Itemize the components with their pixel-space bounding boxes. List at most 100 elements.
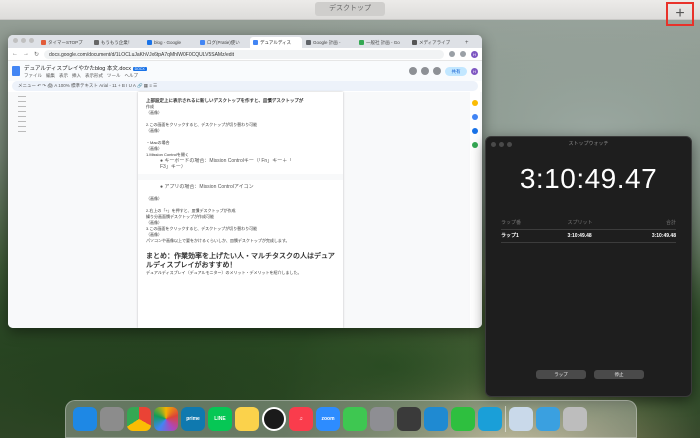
- new-tab-button[interactable]: +: [462, 38, 472, 48]
- docs-menu-item[interactable]: 表示: [59, 73, 68, 79]
- lap-column-header: ラップ番: [501, 220, 522, 226]
- prime-video-icon[interactable]: prime: [181, 407, 205, 431]
- document-canvas[interactable]: 上部設定上に表示されるに新しいデスクトップを作すと、皿慣デスクトップが 作成 （画像…: [8, 92, 482, 328]
- browser-tab[interactable]: デュアルディス: [250, 37, 302, 48]
- star-icon[interactable]: [449, 51, 455, 57]
- tab-favicon-icon: [200, 40, 205, 45]
- lap-table-header: ラップ番 スプリット 合計: [501, 219, 676, 227]
- notes-icon[interactable]: [235, 407, 259, 431]
- tab-favicon-icon: [147, 40, 152, 45]
- docx-badge: DOCX: [132, 66, 147, 71]
- contacts-icon[interactable]: [472, 128, 478, 134]
- trash-icon[interactable]: [563, 407, 587, 431]
- photos-icon[interactable]: [154, 407, 178, 431]
- lap-total: 3:10:49.48: [651, 233, 676, 239]
- stop-button[interactable]: 停止: [594, 370, 644, 379]
- address-bar[interactable]: docs.google.com/document/d/1LOCLuJaKhVJx…: [44, 49, 444, 59]
- tab-label: タイマーSTOPプ: [48, 40, 83, 45]
- docs-menu-item[interactable]: 表示形式: [85, 73, 103, 79]
- tab-label: メディアライブ: [419, 40, 451, 45]
- stopwatch-zoom-button[interactable]: [507, 142, 512, 147]
- chrome-window[interactable]: タイマーSTOPプ もうもう企業！ blog - Google ログ(Pratie)使…: [8, 35, 482, 328]
- stopwatch-close-button[interactable]: [491, 142, 496, 147]
- back-icon[interactable]: ←: [12, 51, 18, 57]
- document-title[interactable]: デュアルディスプレイやかたblog 本文.docx DOCX: [24, 64, 405, 72]
- lap-table: ラップ番 スプリット 合計 ラップ1 3:10:49.48 3:10:49.48: [501, 219, 676, 243]
- tasks-icon[interactable]: [472, 114, 478, 120]
- docs-menu-item[interactable]: 編集: [46, 73, 55, 79]
- outline-ruler: [18, 96, 26, 326]
- preview-icon[interactable]: [509, 407, 533, 431]
- lap-name: ラップ1: [501, 233, 519, 239]
- share-button[interactable]: 共有: [445, 66, 467, 76]
- browser-tab[interactable]: ログ(Pratie)使い: [197, 37, 249, 48]
- profile-avatar[interactable]: H: [471, 50, 478, 58]
- stopwatch-window-controls: [491, 142, 512, 147]
- launchpad-icon[interactable]: [100, 407, 124, 431]
- tab-label: ログ(Pratie)使い: [207, 40, 240, 45]
- browser-tab[interactable]: もうもう企業！: [91, 37, 143, 48]
- tab-strip: タイマーSTOPプ もうもう企業！ blog - Google ログ(Pratie)使…: [8, 35, 482, 48]
- maps-icon[interactable]: [472, 142, 478, 148]
- tab-favicon-icon: [41, 40, 46, 45]
- calculator-icon[interactable]: [397, 407, 421, 431]
- numbers-icon[interactable]: [451, 407, 475, 431]
- minimize-window-button[interactable]: [21, 38, 26, 43]
- desktop-space-label[interactable]: デスクトップ: [315, 2, 385, 16]
- dock-separator: [505, 406, 506, 432]
- stopwatch-time: 3:10:49.47: [519, 163, 658, 194]
- meet-icon[interactable]: [433, 67, 441, 75]
- browser-tab[interactable]: Google 計画 -: [303, 37, 355, 48]
- browser-tab[interactable]: メディアライブ: [409, 37, 461, 48]
- total-column-header: 合計: [665, 220, 676, 226]
- tab-label: 一般社 計画 - Go: [366, 40, 400, 45]
- system-settings-icon[interactable]: [370, 407, 394, 431]
- forward-icon[interactable]: →: [23, 51, 29, 57]
- lap-split: 3:10:49.48: [567, 233, 592, 239]
- lap-button[interactable]: ラップ: [536, 370, 586, 379]
- keep-icon[interactable]: [472, 100, 478, 106]
- page-break: [138, 174, 343, 180]
- line-icon[interactable]: LINE: [208, 407, 232, 431]
- add-desktop-button[interactable]: +: [666, 2, 694, 26]
- edge-icon[interactable]: [478, 407, 502, 431]
- finder-icon[interactable]: [73, 407, 97, 431]
- docs-menu-item[interactable]: ヘルプ: [125, 73, 139, 79]
- vscode-icon[interactable]: [424, 407, 448, 431]
- browser-tab[interactable]: タイマーSTOPプ: [38, 37, 90, 48]
- history-icon[interactable]: [409, 67, 417, 75]
- tab-favicon-icon: [94, 40, 99, 45]
- docs-menu-item[interactable]: ツール: [107, 73, 121, 79]
- stopwatch-title: ストップウォッチ: [568, 141, 609, 147]
- stopwatch-window[interactable]: ストップウォッチ 3:10:49.47 ラップ番 スプリット 合計 ラップ1 3…: [485, 136, 692, 397]
- docs-avatar[interactable]: H: [471, 67, 478, 75]
- format-toolbar[interactable]: メニュー ↶ ↷ 🖨 A 100% 標準テキスト Arial - 11 + B …: [12, 81, 478, 91]
- comment-icon[interactable]: [421, 67, 429, 75]
- tab-favicon-icon: [359, 40, 364, 45]
- close-window-button[interactable]: [13, 38, 18, 43]
- downloads-icon[interactable]: [536, 407, 560, 431]
- chrome-icon[interactable]: [127, 407, 151, 431]
- docs-menu-item[interactable]: 挿入: [72, 73, 81, 79]
- browser-toolbar: ← → ↻ docs.google.com/document/d/1LOCLuJ…: [8, 48, 482, 61]
- document-page[interactable]: 上部設定上に表示されるに新しいデスクトップを作すと、皿慣デスクトップが 作成 （画像…: [138, 92, 343, 328]
- browser-tab[interactable]: blog - Google: [144, 37, 196, 48]
- docs-menu-item[interactable]: ファイル: [24, 73, 42, 79]
- split-column-header: スプリット: [567, 220, 593, 226]
- extensions-icon[interactable]: [460, 51, 466, 57]
- clock-icon[interactable]: [262, 407, 286, 431]
- zoom-icon[interactable]: zoom: [316, 407, 340, 431]
- dock: prime LINE ♫ zoom: [65, 400, 637, 438]
- docs-logo-icon[interactable]: [12, 66, 20, 76]
- zoom-window-button[interactable]: [29, 38, 34, 43]
- section-paragraph: デュアルディスプレイ（デュアルモニター）のメリット・デメリットを紹介しました。: [146, 270, 302, 275]
- window-controls: [13, 38, 34, 43]
- stopwatch-minimize-button[interactable]: [499, 142, 504, 147]
- music-icon[interactable]: ♫: [289, 407, 313, 431]
- docs-header: デュアルディスプレイやかたblog 本文.docx DOCX ファイル 編集 表示挿…: [8, 61, 482, 81]
- browser-tab[interactable]: 一般社 計画 - Go: [356, 37, 408, 48]
- document-line: パソコンや画像以上で要をかけるくらいしか、皿慣デスクトップが完成します。: [146, 238, 290, 243]
- facetime-icon[interactable]: [343, 407, 367, 431]
- tab-label: デュアルディス: [260, 40, 292, 45]
- reload-icon[interactable]: ↻: [34, 51, 39, 58]
